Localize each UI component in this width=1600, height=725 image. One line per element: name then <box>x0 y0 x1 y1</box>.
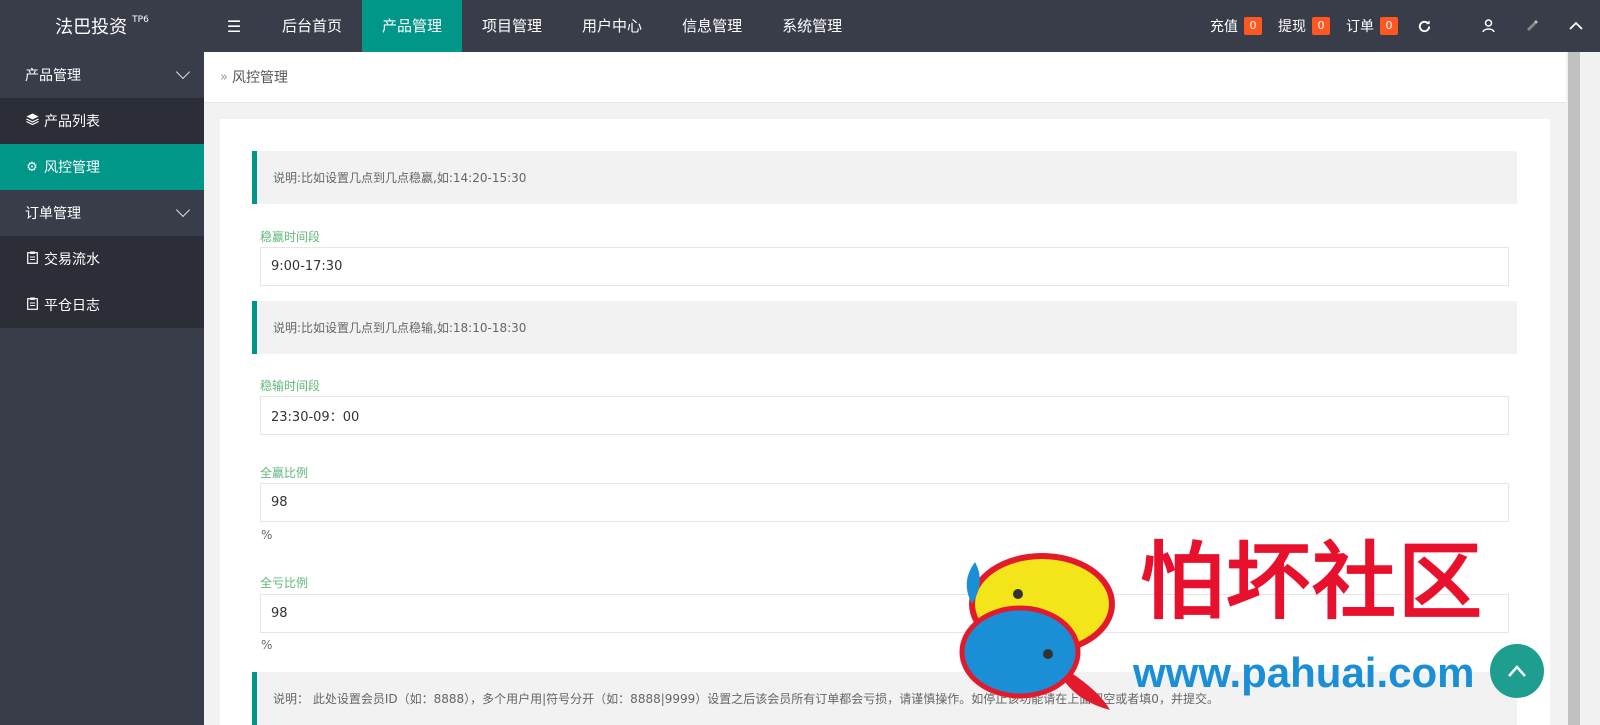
sidebar-submenu-products: 产品列表 ⚙ 风控管理 <box>0 98 204 190</box>
header-right: 充值 0 提现 0 订单 0 <box>1210 0 1600 52</box>
nav-projects[interactable]: 项目管理 <box>462 0 562 52</box>
sidebar: 产品管理 产品列表 ⚙ 风控管理 订单管理 交易流水 平仓日志 <box>0 52 204 725</box>
user-icon[interactable] <box>1478 16 1498 36</box>
watermark-fish-logo <box>950 542 1125 716</box>
double-chevron-icon: » <box>220 69 228 85</box>
scrollbar-thumb[interactable] <box>1568 52 1580 725</box>
collapse-icon[interactable] <box>1566 16 1586 36</box>
menu-icon[interactable]: ☰ <box>226 16 242 36</box>
sidebar-group-products[interactable]: 产品管理 <box>0 52 204 98</box>
refresh-icon[interactable] <box>1414 16 1434 36</box>
risk-form-card: 说明:比如设置几点到几点稳赢,如:14:20-15:30 稳赢时间段 说明:比如… <box>220 119 1550 725</box>
sidebar-submenu-orders: 交易流水 平仓日志 <box>0 236 204 328</box>
withdraw-label: 提现 <box>1278 19 1306 35</box>
lose-period-label: 稳输时间段 <box>260 379 321 393</box>
breadcrumb: » 风控管理 <box>204 52 1566 103</box>
note-lose-period: 说明:比如设置几点到几点稳输,如:18:10-18:30 <box>252 301 1517 354</box>
win-ratio-input[interactable] <box>260 483 1509 522</box>
recharge-link[interactable]: 充值 0 <box>1210 16 1262 36</box>
sidebar-item-label: 产品列表 <box>44 114 100 130</box>
sidebar-item-risk-control[interactable]: ⚙ 风控管理 <box>0 144 204 190</box>
lose-period-input[interactable] <box>260 396 1509 435</box>
breadcrumb-current[interactable]: 风控管理 <box>232 67 288 87</box>
withdraw-link[interactable]: 提现 0 <box>1278 16 1330 36</box>
sidebar-item-product-list[interactable]: 产品列表 <box>0 98 204 144</box>
sidebar-item-label: 平仓日志 <box>44 298 100 314</box>
chevron-down-icon <box>175 202 191 218</box>
gear-icon: ⚙ <box>26 159 38 175</box>
scroll-top-button[interactable] <box>1490 644 1544 698</box>
theme-icon[interactable] <box>1522 16 1542 36</box>
sidebar-item-close-log[interactable]: 平仓日志 <box>0 282 204 328</box>
order-label: 订单 <box>1346 19 1374 35</box>
page-scrollbar[interactable] <box>1566 52 1600 725</box>
watermark-text: 怕坏社区 <box>1140 532 1485 631</box>
win-ratio-label: 全赢比例 <box>260 466 309 480</box>
note-win-period: 说明:比如设置几点到几点稳赢,如:14:20-15:30 <box>252 151 1517 204</box>
clipboard-icon <box>25 251 39 268</box>
clipboard-icon <box>25 297 39 314</box>
sidebar-item-label: 交易流水 <box>44 252 100 268</box>
recharge-label: 充值 <box>1210 19 1238 35</box>
logo-text: 法巴投资 <box>55 17 128 38</box>
layers-icon <box>25 113 39 129</box>
win-ratio-unit: % <box>261 528 273 542</box>
win-period-label: 稳赢时间段 <box>260 230 321 244</box>
sidebar-item-label: 风控管理 <box>44 160 100 176</box>
recharge-badge: 0 <box>1244 17 1262 35</box>
win-period-input[interactable] <box>260 247 1509 286</box>
sidebar-item-transactions[interactable]: 交易流水 <box>0 236 204 282</box>
app-logo[interactable]: 法巴投资 TP6 <box>0 0 204 52</box>
logo-tag: TP6 <box>132 15 149 25</box>
watermark-url: www.pahuai.com <box>1133 649 1475 696</box>
nav-users[interactable]: 用户中心 <box>562 0 662 52</box>
chevron-down-icon <box>175 64 191 80</box>
lose-ratio-unit: % <box>261 638 273 652</box>
top-nav: 后台首页 产品管理 项目管理 用户中心 信息管理 系统管理 <box>262 0 862 52</box>
sidebar-group-label: 订单管理 <box>25 206 81 222</box>
withdraw-badge: 0 <box>1312 17 1330 35</box>
sidebar-group-label: 产品管理 <box>25 68 81 84</box>
nav-products[interactable]: 产品管理 <box>362 0 463 52</box>
nav-system[interactable]: 系统管理 <box>762 0 862 52</box>
lose-ratio-label: 全亏比例 <box>260 576 309 590</box>
order-link[interactable]: 订单 0 <box>1346 16 1398 36</box>
nav-home[interactable]: 后台首页 <box>262 0 362 52</box>
sidebar-group-orders[interactable]: 订单管理 <box>0 190 204 236</box>
nav-info[interactable]: 信息管理 <box>662 0 762 52</box>
top-header: 法巴投资 TP6 ☰ 后台首页 产品管理 项目管理 用户中心 信息管理 系统管理 … <box>0 0 1600 52</box>
order-badge: 0 <box>1380 17 1398 35</box>
